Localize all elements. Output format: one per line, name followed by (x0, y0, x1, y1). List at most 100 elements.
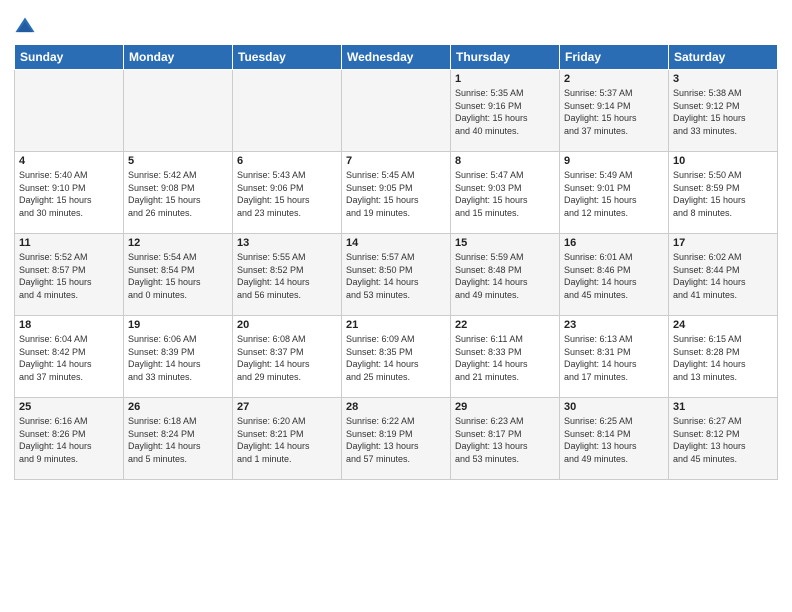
day-info: Sunrise: 6:18 AM Sunset: 8:24 PM Dayligh… (128, 415, 228, 465)
page-container: SundayMondayTuesdayWednesdayThursdayFrid… (0, 0, 792, 490)
day-cell: 23 Sunrise: 6:13 AM Sunset: 8:31 PM Dayli… (560, 316, 669, 398)
day-number: 4 (19, 155, 119, 167)
day-info: Sunrise: 6:20 AM Sunset: 8:21 PM Dayligh… (237, 415, 337, 465)
day-cell: 26 Sunrise: 6:18 AM Sunset: 8:24 PM Dayli… (124, 398, 233, 480)
day-cell: 25 Sunrise: 6:16 AM Sunset: 8:26 PM Dayli… (15, 398, 124, 480)
day-info: Sunrise: 6:16 AM Sunset: 8:26 PM Dayligh… (19, 415, 119, 465)
day-cell: 8 Sunrise: 5:47 AM Sunset: 9:03 PM Daylig… (451, 152, 560, 234)
weekday-header-monday: Monday (124, 45, 233, 70)
day-number: 14 (346, 237, 446, 249)
day-info: Sunrise: 6:25 AM Sunset: 8:14 PM Dayligh… (564, 415, 664, 465)
day-info: Sunrise: 6:01 AM Sunset: 8:46 PM Dayligh… (564, 251, 664, 301)
day-cell: 1 Sunrise: 5:35 AM Sunset: 9:16 PM Daylig… (451, 70, 560, 152)
day-info: Sunrise: 6:11 AM Sunset: 8:33 PM Dayligh… (455, 333, 555, 383)
day-info: Sunrise: 6:22 AM Sunset: 8:19 PM Dayligh… (346, 415, 446, 465)
day-info: Sunrise: 5:54 AM Sunset: 8:54 PM Dayligh… (128, 251, 228, 301)
day-info: Sunrise: 5:42 AM Sunset: 9:08 PM Dayligh… (128, 169, 228, 219)
day-cell: 20 Sunrise: 6:08 AM Sunset: 8:37 PM Dayli… (233, 316, 342, 398)
day-number: 7 (346, 155, 446, 167)
weekday-header-saturday: Saturday (669, 45, 778, 70)
day-number: 18 (19, 319, 119, 331)
weekday-header-friday: Friday (560, 45, 669, 70)
day-cell: 13 Sunrise: 5:55 AM Sunset: 8:52 PM Dayli… (233, 234, 342, 316)
day-cell: 5 Sunrise: 5:42 AM Sunset: 9:08 PM Daylig… (124, 152, 233, 234)
day-number: 22 (455, 319, 555, 331)
day-number: 31 (673, 401, 773, 413)
day-info: Sunrise: 5:38 AM Sunset: 9:12 PM Dayligh… (673, 87, 773, 137)
day-info: Sunrise: 6:27 AM Sunset: 8:12 PM Dayligh… (673, 415, 773, 465)
day-number: 1 (455, 73, 555, 85)
day-number: 13 (237, 237, 337, 249)
day-info: Sunrise: 6:23 AM Sunset: 8:17 PM Dayligh… (455, 415, 555, 465)
day-cell: 19Sunrise: 6:06 AM Sunset: 8:39 PM Dayli… (124, 316, 233, 398)
day-cell: 27 Sunrise: 6:20 AM Sunset: 8:21 PM Dayli… (233, 398, 342, 480)
day-number: 9 (564, 155, 664, 167)
day-info: Sunrise: 5:43 AM Sunset: 9:06 PM Dayligh… (237, 169, 337, 219)
day-number: 15 (455, 237, 555, 249)
day-info: Sunrise: 5:50 AM Sunset: 8:59 PM Dayligh… (673, 169, 773, 219)
day-number: 30 (564, 401, 664, 413)
day-number: 29 (455, 401, 555, 413)
day-number: 10 (673, 155, 773, 167)
day-cell: 18 Sunrise: 6:04 AM Sunset: 8:42 PM Dayli… (15, 316, 124, 398)
day-cell: 16 Sunrise: 6:01 AM Sunset: 8:46 PM Dayli… (560, 234, 669, 316)
day-number: 16 (564, 237, 664, 249)
day-number: 27 (237, 401, 337, 413)
day-number: 8 (455, 155, 555, 167)
day-info: Sunrise: 5:57 AM Sunset: 8:50 PM Dayligh… (346, 251, 446, 301)
day-info: Sunrise: 6:02 AM Sunset: 8:44 PM Dayligh… (673, 251, 773, 301)
day-info: Sunrise: 5:40 AM Sunset: 9:10 PM Dayligh… (19, 169, 119, 219)
week-row-2: 11 Sunrise: 5:52 AM Sunset: 8:57 PM Dayli… (15, 234, 778, 316)
day-number: 19 (128, 319, 228, 331)
day-cell: 17 Sunrise: 6:02 AM Sunset: 8:44 PM Dayli… (669, 234, 778, 316)
week-row-4: 25 Sunrise: 6:16 AM Sunset: 8:26 PM Dayli… (15, 398, 778, 480)
day-info: Sunrise: 5:47 AM Sunset: 9:03 PM Dayligh… (455, 169, 555, 219)
day-number: 28 (346, 401, 446, 413)
week-row-3: 18 Sunrise: 6:04 AM Sunset: 8:42 PM Dayli… (15, 316, 778, 398)
day-cell: 15Sunrise: 5:59 AM Sunset: 8:48 PM Dayli… (451, 234, 560, 316)
day-cell: 11 Sunrise: 5:52 AM Sunset: 8:57 PM Dayli… (15, 234, 124, 316)
calendar-table: SundayMondayTuesdayWednesdayThursdayFrid… (14, 44, 778, 480)
day-number: 17 (673, 237, 773, 249)
day-cell (15, 70, 124, 152)
day-info: Sunrise: 6:08 AM Sunset: 8:37 PM Dayligh… (237, 333, 337, 383)
day-number: 11 (19, 237, 119, 249)
day-number: 21 (346, 319, 446, 331)
day-cell: 14 Sunrise: 5:57 AM Sunset: 8:50 PM Dayli… (342, 234, 451, 316)
day-info: Sunrise: 6:15 AM Sunset: 8:28 PM Dayligh… (673, 333, 773, 383)
day-number: 24 (673, 319, 773, 331)
day-info: Sunrise: 5:55 AM Sunset: 8:52 PM Dayligh… (237, 251, 337, 301)
day-info: Sunrise: 6:04 AM Sunset: 8:42 PM Dayligh… (19, 333, 119, 383)
week-row-0: 1 Sunrise: 5:35 AM Sunset: 9:16 PM Daylig… (15, 70, 778, 152)
week-row-1: 4 Sunrise: 5:40 AM Sunset: 9:10 PM Daylig… (15, 152, 778, 234)
day-cell (233, 70, 342, 152)
day-cell: 4 Sunrise: 5:40 AM Sunset: 9:10 PM Daylig… (15, 152, 124, 234)
day-cell: 24 Sunrise: 6:15 AM Sunset: 8:28 PM Dayli… (669, 316, 778, 398)
day-info: Sunrise: 6:13 AM Sunset: 8:31 PM Dayligh… (564, 333, 664, 383)
day-number: 20 (237, 319, 337, 331)
day-cell: 7 Sunrise: 5:45 AM Sunset: 9:05 PM Daylig… (342, 152, 451, 234)
day-cell (124, 70, 233, 152)
day-info: Sunrise: 5:35 AM Sunset: 9:16 PM Dayligh… (455, 87, 555, 137)
day-number: 6 (237, 155, 337, 167)
day-cell: 10 Sunrise: 5:50 AM Sunset: 8:59 PM Dayli… (669, 152, 778, 234)
day-cell: 30 Sunrise: 6:25 AM Sunset: 8:14 PM Dayli… (560, 398, 669, 480)
day-number: 12 (128, 237, 228, 249)
day-cell (342, 70, 451, 152)
day-info: Sunrise: 5:52 AM Sunset: 8:57 PM Dayligh… (19, 251, 119, 301)
logo-icon (14, 16, 36, 38)
day-number: 23 (564, 319, 664, 331)
day-info: Sunrise: 6:09 AM Sunset: 8:35 PM Dayligh… (346, 333, 446, 383)
day-number: 3 (673, 73, 773, 85)
day-number: 25 (19, 401, 119, 413)
weekday-header-sunday: Sunday (15, 45, 124, 70)
weekday-header-wednesday: Wednesday (342, 45, 451, 70)
weekday-header-thursday: Thursday (451, 45, 560, 70)
day-number: 26 (128, 401, 228, 413)
day-cell: 31 Sunrise: 6:27 AM Sunset: 8:12 PM Dayli… (669, 398, 778, 480)
day-cell: 9Sunrise: 5:49 AM Sunset: 9:01 PM Daylig… (560, 152, 669, 234)
day-info: Sunrise: 5:45 AM Sunset: 9:05 PM Dayligh… (346, 169, 446, 219)
day-cell: 3 Sunrise: 5:38 AM Sunset: 9:12 PM Daylig… (669, 70, 778, 152)
day-number: 5 (128, 155, 228, 167)
day-cell: 6 Sunrise: 5:43 AM Sunset: 9:06 PM Daylig… (233, 152, 342, 234)
